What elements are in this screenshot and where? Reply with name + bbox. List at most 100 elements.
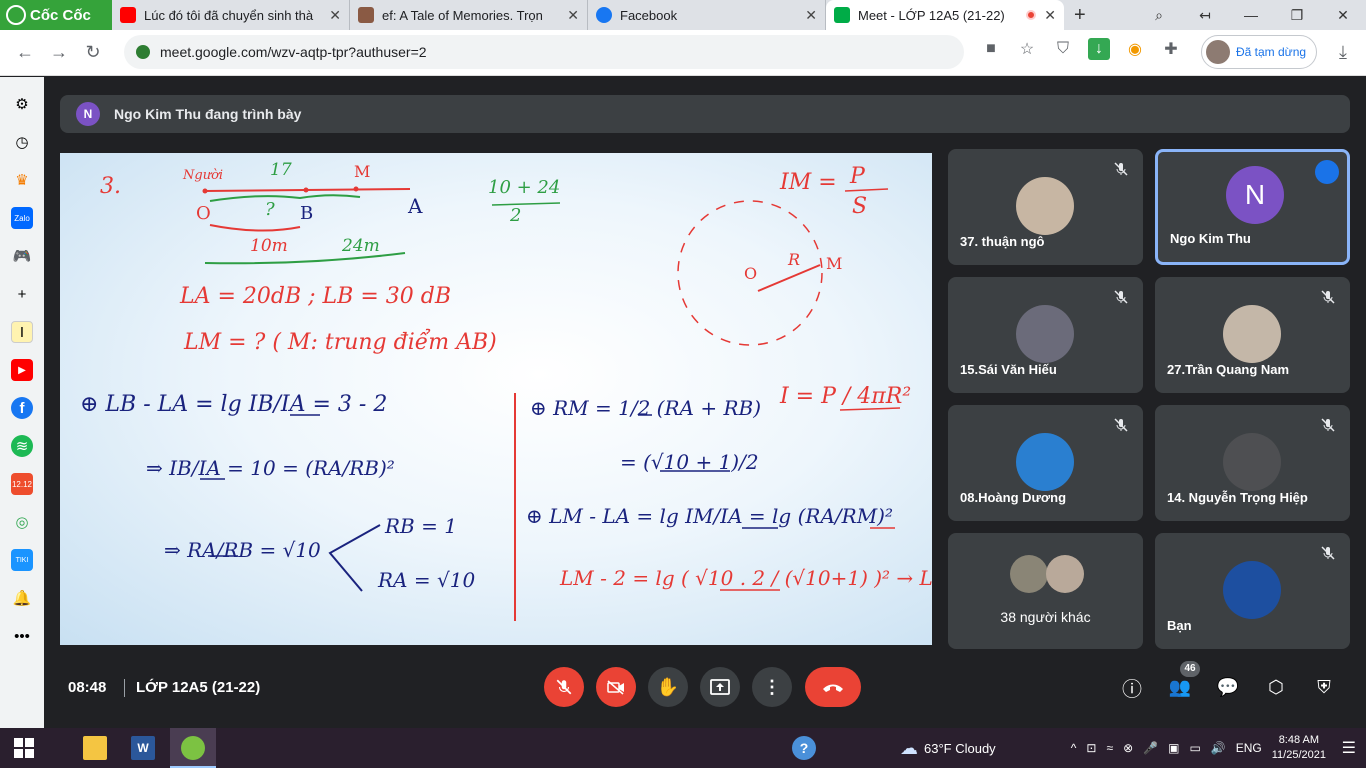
participant-name: Ngo Kim Thu [1170, 231, 1251, 246]
maximize-icon[interactable]: ❐ [1274, 7, 1320, 24]
show-hidden-icons-icon[interactable]: ^ [1071, 741, 1077, 755]
forward-arrow-icon[interactable]: → [42, 42, 76, 63]
browser-tab[interactable]: Lúc đó tôi đã chuyển sinh thà ✕ [112, 0, 350, 30]
mic-off-icon [1114, 162, 1128, 176]
formula-S: S [852, 194, 867, 219]
back-history-icon[interactable]: ↤ [1182, 7, 1228, 24]
camera-toggle-button[interactable] [596, 667, 636, 707]
chat-icon[interactable]: 💬 [1216, 675, 1240, 699]
host-controls-shield-icon[interactable]: ⛨ [1312, 675, 1336, 699]
taskbar-clock[interactable]: 8:48 AM 11/25/2021 [1272, 733, 1326, 763]
notifications-bell-icon[interactable]: 🔔 [11, 587, 33, 609]
activities-icon[interactable]: ⬡ [1264, 675, 1288, 699]
step-3: ⇒ RA/RB = √10 [164, 538, 321, 562]
network-error-icon[interactable]: ⊗ [1123, 741, 1133, 755]
label-10m: 10m [250, 236, 288, 256]
people-icon[interactable]: 👥 [1168, 675, 1192, 699]
toolbar-icons: ■ ☆ ⛉ ↓ ◉ ✚ [980, 38, 1182, 60]
participant-avatar: N [1226, 166, 1284, 224]
self-tile[interactable]: Bạn [1155, 533, 1350, 649]
profile-button[interactable]: Đã tạm dừng [1201, 35, 1317, 69]
shared-screen-whiteboard: 3. Người 17 M O ? B A 10m 24m 10 + 24 2 … [60, 153, 932, 645]
weather-widget[interactable]: ☁ 63°F Cloudy [900, 728, 996, 768]
back-arrow-icon[interactable]: ← [8, 42, 42, 63]
label-O: O [196, 203, 211, 224]
file-explorer-icon[interactable] [83, 736, 107, 760]
add-icon[interactable]: + [11, 283, 33, 305]
circle-O: O [744, 264, 757, 283]
raise-hand-button[interactable]: ✋ [648, 667, 688, 707]
shopee-icon[interactable]: 12.12 [11, 473, 33, 495]
present-screen-button[interactable] [700, 667, 740, 707]
step-1: ⊕ LB - LA = lg IB/IA = 3 - 2 [80, 392, 387, 417]
spotify-icon[interactable]: ≋ [11, 435, 33, 457]
result-RB: RB = 1 [384, 514, 457, 538]
minimize-icon[interactable]: — [1228, 7, 1274, 23]
participant-tile[interactable]: 08.Hoàng Dương [948, 405, 1143, 521]
gamepad-icon[interactable]: 🎮 [11, 245, 33, 267]
participant-avatar [1016, 433, 1074, 491]
new-tab-button[interactable]: + [1064, 4, 1096, 27]
tab-title: Meet - LỚP 12A5 (21-22) [858, 7, 1005, 23]
settings-gear-icon[interactable]: ⚙ [11, 93, 33, 115]
close-window-icon[interactable]: ✕ [1320, 7, 1366, 24]
download-extension-icon[interactable]: ↓ [1088, 38, 1110, 60]
browser-tab-active[interactable]: Meet - LỚP 12A5 (21-22) ✕ [826, 0, 1064, 30]
mic-off-icon [1114, 290, 1128, 304]
notes-icon[interactable]: I [11, 321, 33, 343]
close-tab-icon[interactable]: ✕ [329, 7, 341, 24]
mic-toggle-button[interactable] [544, 667, 584, 707]
wifi-icon[interactable]: ≈ [1106, 741, 1113, 755]
notification-center-icon[interactable]: ☰ [1342, 738, 1356, 758]
messenger-icon[interactable]: f [11, 397, 33, 419]
crown-icon[interactable]: ♛ [11, 169, 33, 191]
volume-icon[interactable]: 🔊 [1211, 741, 1226, 755]
reload-icon[interactable]: ↻ [76, 42, 110, 63]
microphone-icon[interactable]: 🎤 [1143, 741, 1158, 755]
zalo-icon[interactable]: Zalo [11, 207, 33, 229]
history-icon[interactable]: ◷ [11, 131, 33, 153]
battery-icon[interactable]: ▭ [1189, 741, 1200, 755]
browser-tab[interactable]: ef: A Tale of Memories. Trọn ✕ [350, 0, 588, 30]
others-tile[interactable]: 38 người khác [948, 533, 1143, 649]
participant-tile[interactable]: 14. Nguyễn Trọng Hiệp [1155, 405, 1350, 521]
bookmark-star-icon[interactable]: ☆ [1016, 38, 1038, 60]
language-indicator[interactable]: ENG [1236, 741, 1262, 755]
browser-brand[interactable]: Cốc Cốc [0, 0, 112, 30]
tiki-icon[interactable]: TIKI [11, 549, 33, 571]
clock-date: 11/25/2021 [1271, 749, 1326, 761]
shield-icon[interactable]: ⛉ [1052, 38, 1074, 60]
more-icon[interactable]: ••• [11, 625, 33, 647]
youtube-icon[interactable]: ▶ [11, 359, 33, 381]
address-bar[interactable]: meet.google.com/wzv-aqtp-tpr?authuser=2 [124, 35, 964, 69]
clock-time: 8:48 AM [1278, 734, 1320, 746]
meet-tray-icon[interactable]: ⊡ [1086, 741, 1096, 755]
download-icon[interactable]: ⤓ [1326, 42, 1360, 63]
meeting-info-icon[interactable]: ⓘ [1120, 675, 1144, 701]
tab-title: Lúc đó tôi đã chuyển sinh thà [144, 7, 314, 23]
browser-tab[interactable]: Facebook ✕ [588, 0, 826, 30]
display-icon[interactable]: ▣ [1168, 741, 1179, 755]
step-RM: ⊕ RM = 1/2 (RA + RB) [530, 396, 761, 420]
participant-tile[interactable]: 37. thuận ngô [948, 149, 1143, 265]
participant-name: 08.Hoàng Dương [960, 490, 1067, 505]
more-options-button[interactable]: ⋮ [752, 667, 792, 707]
word-icon[interactable]: W [131, 736, 155, 760]
tab-search-icon[interactable]: ⌕ [1136, 7, 1182, 24]
coccoc-taskbar-button[interactable] [170, 728, 216, 768]
camera-off-icon [607, 680, 624, 695]
camera-blocked-icon[interactable]: ■ [980, 38, 1002, 60]
coccoc-extension-icon[interactable]: ◉ [1124, 38, 1146, 60]
windows-start-icon[interactable] [12, 736, 36, 760]
participant-tile[interactable]: 15.Sái Văn Hiếu [948, 277, 1143, 393]
extensions-puzzle-icon[interactable]: ✚ [1160, 38, 1182, 60]
help-icon[interactable]: ? [792, 736, 816, 760]
leave-call-button[interactable] [805, 667, 861, 707]
participant-tile-speaking[interactable]: N Ngo Kim Thu [1155, 149, 1350, 265]
hand-icon: ✋ [656, 676, 680, 697]
close-tab-icon[interactable]: ✕ [1044, 7, 1056, 24]
close-tab-icon[interactable]: ✕ [805, 7, 817, 24]
close-tab-icon[interactable]: ✕ [567, 7, 579, 24]
coccoc-game-icon[interactable]: ◎ [11, 511, 33, 533]
participant-tile[interactable]: 27.Trần Quang Nam [1155, 277, 1350, 393]
